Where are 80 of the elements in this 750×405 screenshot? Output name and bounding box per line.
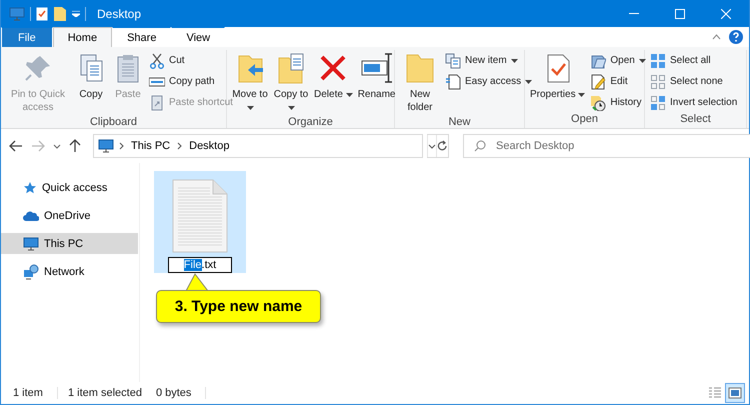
text-document-icon xyxy=(172,179,228,253)
search-field[interactable]: Search Desktop xyxy=(463,134,750,158)
open-icon xyxy=(590,52,606,68)
ribbon-tab[interactable]: Share xyxy=(112,27,172,47)
ribbon-button[interactable]: Cut xyxy=(147,51,235,70)
file-tab[interactable]: File xyxy=(1,27,53,47)
sidebar-item[interactable]: Quick access xyxy=(1,177,138,198)
ribbon-button[interactable]: Easy access xyxy=(443,72,534,91)
ribbon-button[interactable]: Select none xyxy=(648,72,740,91)
folder-icon xyxy=(404,52,436,84)
back-arrow-icon xyxy=(9,140,23,152)
status-text: 1 item selected xyxy=(68,387,143,399)
select-all-icon xyxy=(650,52,666,68)
new-item-icon xyxy=(445,52,461,68)
chevron-up-icon[interactable] xyxy=(712,34,721,40)
group-label: Open xyxy=(571,113,598,127)
refresh-button[interactable] xyxy=(436,135,448,157)
shortcut-icon xyxy=(149,94,165,110)
computer-icon xyxy=(9,6,25,20)
breadcrumb[interactable]: Desktop xyxy=(187,140,232,152)
large-icons-view-button[interactable] xyxy=(725,383,745,403)
rename-field[interactable]: File.txt xyxy=(168,257,232,273)
scissors-icon xyxy=(149,52,165,68)
caret-icon[interactable] xyxy=(72,10,80,16)
group-label: Select xyxy=(680,113,711,127)
back-button[interactable] xyxy=(7,138,25,154)
history-icon xyxy=(590,94,606,110)
recent-locations-button[interactable] xyxy=(51,142,63,150)
rename-icon xyxy=(360,52,393,84)
ribbon-button[interactable]: Edit xyxy=(588,72,648,91)
ribbon-tab[interactable]: View xyxy=(171,27,226,47)
ribbon-button[interactable]: Open xyxy=(588,51,648,70)
group-label: Clipboard xyxy=(90,116,138,130)
window-title: Desktop xyxy=(97,6,142,20)
chevron-right-icon xyxy=(177,142,182,150)
status-text: 1 item xyxy=(13,387,58,399)
dropdown-button[interactable] xyxy=(427,135,436,157)
group-label: Organize xyxy=(288,116,333,130)
checklist-icon xyxy=(36,6,48,20)
invert-selection-icon xyxy=(650,94,666,110)
cloud-icon xyxy=(23,210,39,222)
network-icon xyxy=(23,264,39,280)
minimize-icon xyxy=(629,13,639,14)
easy-access-icon xyxy=(445,74,461,90)
ribbon-button[interactable]: Delete xyxy=(312,50,355,116)
maximize-icon xyxy=(675,8,685,18)
forward-arrow-icon xyxy=(31,140,45,152)
chevron-down-icon xyxy=(428,144,436,148)
ribbon-button[interactable]: History xyxy=(588,93,648,112)
help-icon[interactable] xyxy=(729,30,743,44)
address-bar[interactable]: This PC Desktop xyxy=(93,134,423,158)
sidebar-item[interactable]: Network xyxy=(1,261,138,282)
breadcrumb[interactable]: This PC xyxy=(129,140,172,152)
ribbon-button[interactable]: Select all xyxy=(648,51,740,70)
up-button[interactable] xyxy=(67,137,83,155)
group-label: New xyxy=(448,116,470,130)
up-arrow-icon xyxy=(69,139,81,153)
computer-icon xyxy=(98,139,114,153)
ribbon-button[interactable]: Copy path xyxy=(147,72,235,91)
folder-icon xyxy=(54,6,66,20)
select-none-icon xyxy=(650,74,666,90)
ribbon-button[interactable]: Copy xyxy=(73,50,109,116)
list-icon xyxy=(708,387,722,399)
sidebar-item[interactable]: This PC xyxy=(1,233,138,254)
ribbon-button[interactable]: New folder xyxy=(398,50,442,116)
computer-icon xyxy=(23,236,39,250)
file-tile[interactable]: File.txt xyxy=(154,171,246,273)
refresh-icon xyxy=(437,140,448,152)
status-text: 0 bytes xyxy=(156,387,206,399)
ribbon-button[interactable]: Invert selection xyxy=(648,93,740,112)
chevron-right-icon xyxy=(119,142,124,150)
image-icon xyxy=(728,387,742,399)
ribbon-button[interactable]: Copy to xyxy=(271,50,311,116)
close-icon xyxy=(721,8,731,18)
ribbon-button[interactable]: Rename xyxy=(356,50,398,116)
chevron-down-icon xyxy=(53,144,61,148)
sidebar-item[interactable]: OneDrive xyxy=(1,205,138,226)
ribbon-tab[interactable]: Home xyxy=(52,27,112,47)
edit-icon xyxy=(590,74,606,90)
star-icon xyxy=(23,180,37,194)
